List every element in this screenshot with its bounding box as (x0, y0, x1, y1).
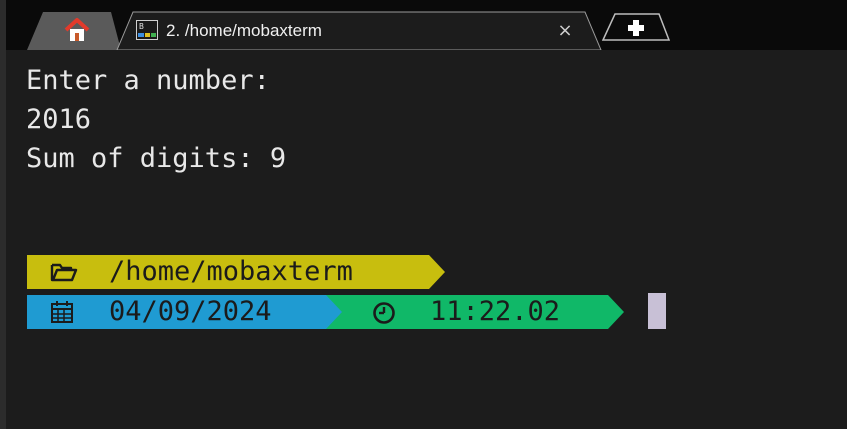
folder-open-icon (50, 263, 78, 282)
home-icon (64, 18, 90, 41)
output-line: Enter a number: (26, 65, 270, 96)
prompt-path: /home/mobaxterm (109, 256, 353, 287)
calendar-icon (51, 301, 73, 323)
output-line: 2016 (26, 104, 92, 135)
home-tab[interactable] (52, 12, 102, 48)
prompt-time: 11:22.02 (430, 296, 561, 327)
terminal-output[interactable]: Enter a number: 2016 Sum of digits: 9 /h… (6, 50, 847, 429)
plus-icon (628, 20, 644, 36)
tab-terminal-session[interactable]: B 2. /home/mobaxterm × (126, 12, 596, 48)
svg-text:B: B (139, 22, 144, 31)
tab-bar: B 2. /home/mobaxterm × (6, 0, 847, 50)
prompt-date: 04/09/2024 (109, 296, 272, 327)
terminal-icon: B (136, 20, 158, 40)
output-line: Sum of digits: 9 (26, 143, 287, 174)
clock-icon (373, 302, 395, 324)
mobaxterm-window: B 2. /home/mobaxterm × Enter a number: 2… (0, 0, 847, 429)
tab-title: 2. /home/mobaxterm (166, 21, 322, 40)
new-tab-button[interactable] (610, 14, 662, 42)
terminal-cursor (648, 293, 666, 329)
close-tab-button[interactable]: × (551, 16, 579, 44)
